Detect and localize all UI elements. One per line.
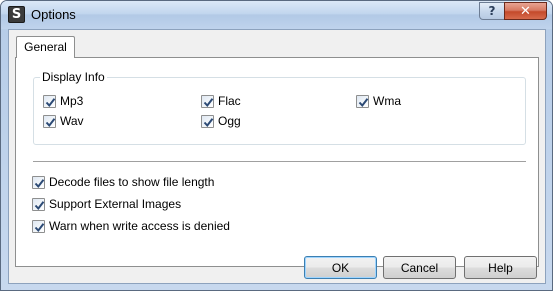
cancel-button[interactable]: Cancel [383,256,456,279]
title-bar[interactable]: S Options ? ✕ [1,1,552,29]
app-icon: S [8,6,25,23]
checkbox-wma[interactable]: Wma [356,93,401,109]
checkbox-label: Support External Images [49,197,182,211]
checkbox-box[interactable] [32,175,45,189]
checkbox-flac[interactable]: Flac [201,93,241,109]
checkbox-decode-files[interactable]: Decode files to show file length [32,174,214,190]
help-button[interactable]: Help [464,256,537,279]
checkbox-box[interactable] [32,219,45,233]
checkbox-box[interactable] [356,94,369,108]
checkbox-box[interactable] [32,197,45,211]
checkmark-icon [34,178,45,188]
dialog-client-area: General Display Info Mp3 Flac Wma Wav Og… [8,29,546,284]
checkmark-icon [203,117,214,127]
checkbox-label: Decode files to show file length [49,175,215,189]
checkbox-label: Wav [60,114,84,128]
close-icon: ✕ [520,3,531,19]
options-window: S Options ? ✕ General Display Info Mp3 F… [0,0,553,291]
checkbox-warn-write-access[interactable]: Warn when write access is denied [32,218,230,234]
separator [33,161,526,163]
checkmark-icon [45,117,56,127]
display-info-group: Display Info [33,70,526,145]
question-icon: ? [488,4,496,18]
ok-button[interactable]: OK [304,256,377,279]
tab-page-general: Display Info Mp3 Flac Wma Wav Ogg Decode… [15,57,539,267]
checkbox-label: Mp3 [60,94,84,108]
checkbox-label: Ogg [218,114,241,128]
checkmark-icon [34,222,45,232]
title-close-button[interactable]: ✕ [504,2,547,20]
checkbox-box[interactable] [43,94,56,108]
checkbox-box[interactable] [43,114,56,128]
checkbox-wav[interactable]: Wav [43,113,84,129]
checkbox-box[interactable] [201,114,214,128]
checkmark-icon [34,200,45,210]
checkbox-support-external-images[interactable]: Support External Images [32,196,181,212]
checkbox-mp3[interactable]: Mp3 [43,93,83,109]
checkmark-icon [358,97,369,107]
checkbox-label: Flac [218,94,241,108]
tab-general[interactable]: General [16,36,75,58]
checkbox-box[interactable] [201,94,214,108]
title-help-button[interactable]: ? [479,2,505,20]
checkbox-ogg[interactable]: Ogg [201,113,241,129]
window-title: Options [31,7,76,22]
checkbox-label: Wma [373,94,401,108]
checkmark-icon [45,97,56,107]
checkbox-label: Warn when write access is denied [49,219,230,233]
checkmark-icon [203,97,214,107]
group-label-display-info: Display Info [40,70,107,84]
